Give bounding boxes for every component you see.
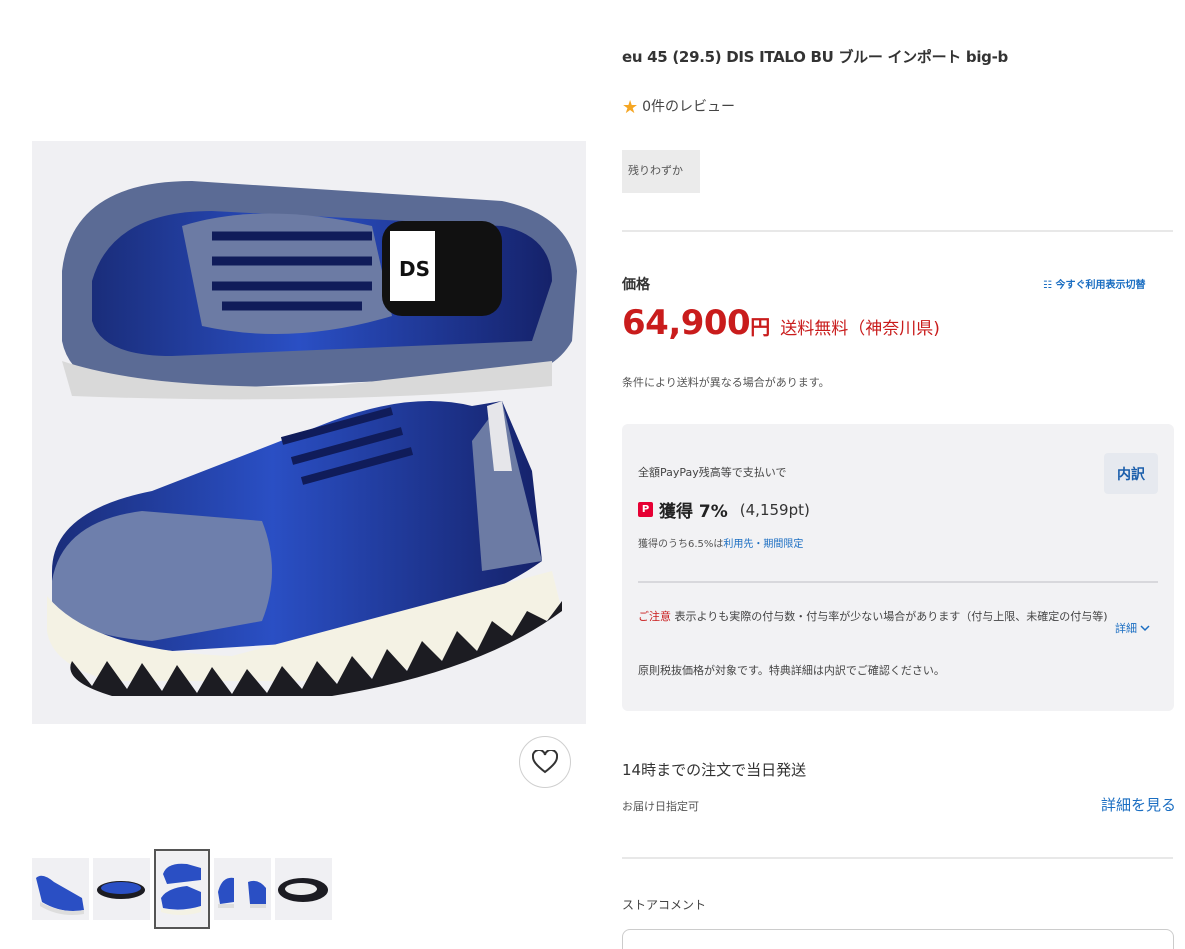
same-day-shipping: 14時までの注文で当日発送 (622, 761, 807, 779)
caution-text: ご注意 表示よりも実際の付与数・付与率が少ない場合があります（付与上限、未確定の… (638, 609, 1108, 625)
section-divider (622, 857, 1173, 859)
store-comment-label: ストアコメント (622, 898, 707, 912)
stock-badge: 残りわずか (622, 150, 700, 193)
price-currency: 円 (750, 315, 771, 339)
thumbnail-1[interactable] (32, 858, 89, 920)
paypay-icon: P (638, 502, 653, 517)
product-title: eu 45 (29.5) DIS ITALO BU ブルー インポート big-… (622, 48, 1008, 66)
thumbnail-2[interactable] (93, 858, 150, 920)
switch-icon: ☷ (1043, 280, 1052, 291)
favorite-button[interactable] (519, 736, 571, 788)
review-count: 0件のレビュー (642, 98, 736, 115)
limited-points-link[interactable]: 利用先・期間限定 (723, 539, 803, 550)
paypay-divider (638, 581, 1158, 583)
thumbnail-strip (32, 849, 332, 929)
earn-sub-prefix: 獲得のうち6.5%は (638, 539, 724, 550)
caution-body: 表示よりも実際の付与数・付与率が少ない場合があります（付与上限、未確定の付与等) (674, 610, 1108, 623)
caution-note: 原則税抜価格が対象です。特典詳細は内訳でご確認ください。 (638, 664, 945, 677)
price-amount: 64,900 (622, 303, 751, 343)
paypay-points-box: 全額PayPay残高等で支払いで 内訳 P 獲得 7% (4,159pt) 獲得… (622, 424, 1174, 711)
delivery-date-note: お届け日指定可 (622, 800, 699, 813)
thumbnail-5[interactable] (275, 858, 332, 920)
heart-icon (532, 750, 558, 774)
sneaker-photo: DS (32, 141, 586, 724)
display-switch-link[interactable]: ☷ 今すぐ利用表示切替 (1043, 276, 1145, 291)
section-divider (622, 230, 1173, 232)
store-comment-box (622, 929, 1174, 949)
star-icon: ★ (622, 97, 639, 118)
review-summary[interactable]: ★ 0件のレビュー (622, 94, 1174, 117)
caution-label: ご注意 (638, 610, 671, 623)
main-product-image[interactable]: DS (32, 141, 586, 724)
shipping-fee: 送料無料（神奈川県) (780, 319, 940, 339)
chevron-down-icon (1140, 625, 1150, 632)
caution-detail-toggle[interactable]: 詳細 (1115, 620, 1150, 636)
earn-sub-note: 獲得のうち6.5%は利用先・期間限定 (638, 535, 803, 550)
price-row: 64,900 円 送料無料（神奈川県) (622, 303, 1174, 343)
thumbnail-3-selected[interactable] (154, 849, 210, 929)
earn-points: (4,159pt) (739, 500, 810, 519)
earn-rate: P 獲得 7% (4,159pt) (638, 497, 810, 522)
shipping-note: 条件により送料が異なる場合があります。 (622, 376, 830, 389)
detail-label: 詳細 (1115, 622, 1137, 635)
display-switch-label: 今すぐ利用表示切替 (1055, 280, 1146, 291)
paypay-lead-text: 全額PayPay残高等で支払いで (638, 466, 787, 479)
breakdown-button[interactable]: 内訳 (1104, 453, 1158, 494)
earn-rate-label: 獲得 7% (659, 502, 728, 522)
thumbnail-4[interactable] (214, 858, 271, 920)
svg-text:DS: DS (399, 257, 430, 281)
see-more-link[interactable]: 詳細を見る (1101, 794, 1176, 815)
